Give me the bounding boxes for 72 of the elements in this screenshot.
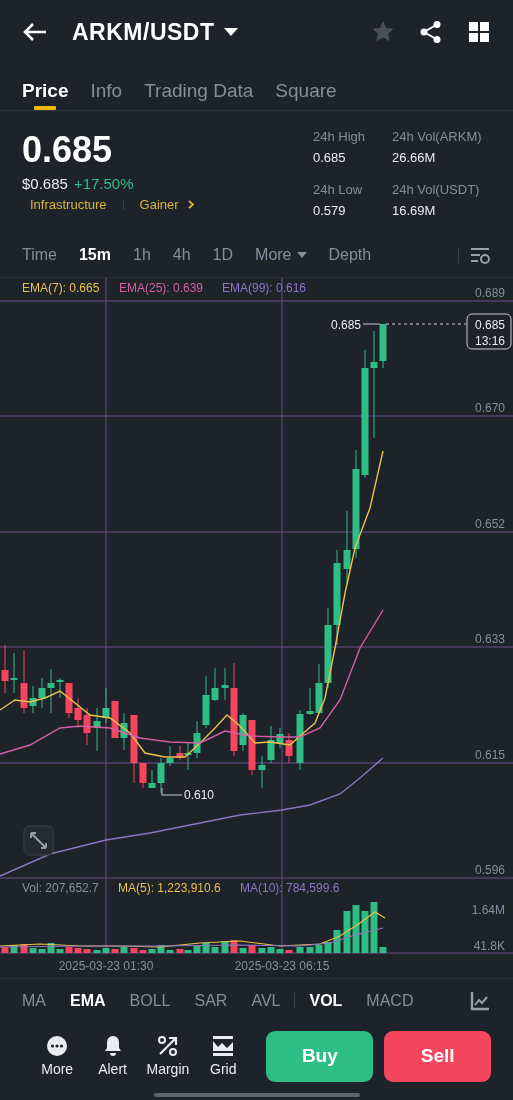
stat-value: 0.579	[313, 203, 347, 218]
volume-legend: MA(5): 1,223,910.6	[118, 881, 221, 895]
more-icon	[46, 1035, 69, 1057]
price-tick: 0.596	[474, 863, 505, 877]
interval-tab[interactable]: 15m	[78, 246, 111, 264]
grid-bot-icon	[212, 1035, 235, 1057]
ema-legend: EMA(99): 0.616	[222, 281, 307, 295]
stat-label: 24h High	[313, 129, 367, 144]
candle	[296, 709, 304, 771]
expand-icon[interactable]	[23, 825, 54, 856]
tab[interactable]: Square	[275, 64, 337, 110]
indicator-tab[interactable]: EMA	[70, 992, 106, 1010]
chevron-icon[interactable]	[186, 200, 195, 209]
indicator-tab[interactable]: VOL	[309, 992, 343, 1010]
interval-tab[interactable]: Time	[22, 246, 57, 264]
volume-tick: 1.64M	[471, 903, 505, 917]
star-icon[interactable]	[371, 20, 395, 44]
volume-bar	[296, 947, 304, 953]
category-tag[interactable]: Gainer	[139, 197, 179, 212]
stat-value: 16.69M	[392, 203, 437, 218]
stat-value: 26.66M	[392, 150, 437, 165]
pair-title[interactable]: ARKM/USDT	[72, 18, 215, 46]
back-arrow-icon[interactable]	[22, 22, 48, 42]
price-tick: 0.615	[474, 748, 505, 762]
interval-tab[interactable]: Depth	[328, 246, 372, 264]
last-price-label: 0.685	[474, 318, 505, 332]
time-label: 2025-03-23 01:30	[58, 959, 154, 973]
grid-icon[interactable]	[467, 20, 491, 44]
stat-label: 24h Vol(ARKM)	[392, 129, 483, 144]
tab[interactable]: Info	[90, 64, 123, 110]
indicator-tab[interactable]: BOLL	[129, 992, 171, 1010]
sell-button[interactable]: Sell	[384, 1030, 491, 1082]
low-price-label: 0.610	[184, 788, 215, 802]
interval-tab[interactable]: More	[255, 246, 307, 264]
category-tag[interactable]: Infrastructure	[30, 197, 107, 212]
indicator-tab[interactable]: MA	[22, 992, 46, 1010]
price-tick: 0.670	[474, 401, 505, 415]
stat-label: 24h Vol(USDT)	[392, 182, 481, 197]
tab[interactable]: Trading Data	[144, 64, 254, 110]
time-label: 2025-03-23 06:15	[234, 959, 330, 973]
action-button[interactable]: Margin	[143, 1035, 193, 1077]
volume-legend: MA(10): 784,599.6	[240, 881, 340, 895]
price-tick: 0.652	[474, 517, 505, 531]
volume-tick: 41.8K	[473, 939, 505, 953]
stat-value: 0.685	[313, 150, 347, 165]
action-button[interactable]: More	[33, 1035, 82, 1077]
indicator-tab[interactable]: MACD	[366, 992, 414, 1010]
indicator-tab[interactable]: AVL	[251, 992, 281, 1010]
indicator-tab[interactable]: SAR	[194, 992, 228, 1010]
ema-legend: EMA(7): 0.665	[22, 281, 100, 295]
leader-line	[362, 323, 381, 325]
action-button[interactable]: Grid	[199, 1035, 248, 1077]
price-tick: 0.633	[474, 632, 505, 646]
interval-tab[interactable]: 1D	[212, 246, 234, 264]
line-chart-icon[interactable]	[469, 990, 491, 1012]
high-price-label: 0.685	[330, 318, 361, 332]
price-change: +17.50%	[73, 175, 134, 192]
interval-tab[interactable]: 1h	[133, 246, 151, 264]
ema-legend: EMA(25): 0.639	[119, 281, 204, 295]
caret-icon[interactable]	[223, 27, 238, 37]
price-tick: 0.689	[474, 286, 505, 300]
leader-line	[161, 787, 183, 796]
last-price: 0.685	[22, 129, 114, 171]
tab[interactable]: Price	[22, 64, 69, 110]
action-button[interactable]: Alert	[88, 1035, 137, 1077]
volume-legend: Vol: 207,652.7	[22, 881, 99, 895]
interval-tab[interactable]: 4h	[172, 246, 191, 264]
countdown-label: 13:16	[474, 334, 505, 348]
stat-label: 24h Low	[313, 182, 364, 197]
percent-arrow-icon	[156, 1035, 179, 1057]
usd-price: $0.685	[22, 175, 68, 192]
share-icon[interactable]	[419, 20, 443, 44]
